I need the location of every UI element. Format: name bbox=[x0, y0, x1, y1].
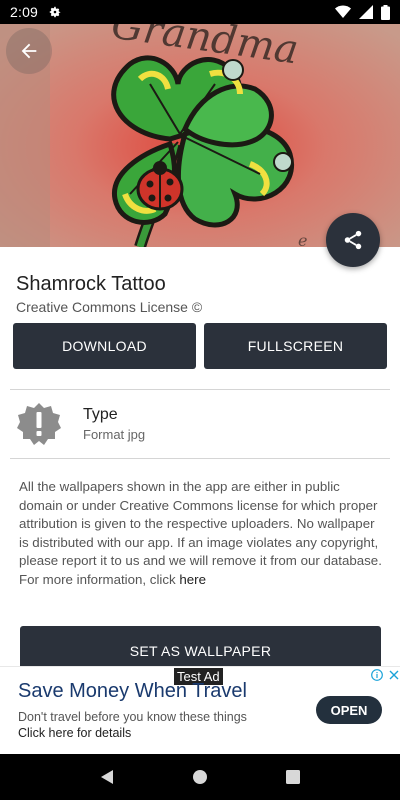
triangle-back-icon bbox=[100, 770, 113, 784]
type-label: Type bbox=[83, 406, 118, 423]
ad-title[interactable]: Save Money When Travel bbox=[18, 680, 247, 703]
close-icon[interactable] bbox=[389, 670, 399, 680]
disclaimer-text: All the wallpapers shown in the app are … bbox=[19, 478, 384, 589]
nav-home-button[interactable] bbox=[190, 767, 210, 787]
wallpaper-detail-screen: 2:09 Grandma e Shamrock Tattoo Creative … bbox=[0, 0, 400, 800]
nav-back-button[interactable] bbox=[97, 767, 117, 787]
ad-banner[interactable]: Test Ad Save Money When Travel Don't tra… bbox=[0, 666, 400, 754]
system-nav-bar bbox=[0, 754, 400, 800]
ad-cta-text[interactable]: Click here for details bbox=[18, 726, 131, 740]
wallpaper-title: Shamrock Tattoo bbox=[16, 273, 166, 295]
disclaimer-body: All the wallpapers shown in the app are … bbox=[19, 479, 382, 587]
type-value: Format jpg bbox=[83, 427, 146, 442]
status-time: 2:09 bbox=[10, 4, 39, 20]
share-button[interactable] bbox=[326, 213, 380, 267]
status-icons bbox=[335, 4, 390, 20]
license-label: Creative Commons License © bbox=[16, 299, 203, 315]
gear-icon bbox=[49, 6, 61, 18]
ad-open-button[interactable]: OPEN bbox=[316, 696, 382, 724]
more-info-link[interactable]: here bbox=[179, 572, 206, 587]
battery-icon bbox=[381, 4, 390, 20]
wifi-icon bbox=[335, 5, 351, 18]
divider bbox=[10, 458, 390, 459]
ad-description: Don't travel before you know these thing… bbox=[18, 710, 247, 724]
divider bbox=[10, 389, 390, 390]
svg-text:e: e bbox=[298, 231, 307, 247]
info-icon[interactable] bbox=[371, 669, 383, 681]
share-icon bbox=[344, 230, 362, 250]
square-recents-icon bbox=[286, 770, 301, 784]
wallpaper-image[interactable]: Grandma e bbox=[0, 24, 400, 247]
status-bar: 2:09 bbox=[0, 0, 400, 24]
download-button[interactable]: DOWNLOAD bbox=[13, 323, 196, 369]
nav-recents-button[interactable] bbox=[283, 767, 303, 787]
signal-icon bbox=[359, 5, 373, 19]
fullscreen-button[interactable]: FULLSCREEN bbox=[204, 323, 387, 369]
back-button[interactable] bbox=[6, 28, 52, 74]
arrow-back-icon bbox=[21, 43, 37, 59]
ad-choices[interactable] bbox=[371, 669, 399, 681]
circle-home-icon bbox=[192, 770, 207, 784]
alert-badge-icon bbox=[17, 403, 61, 445]
tattoo-illustration: Grandma e bbox=[0, 24, 400, 247]
